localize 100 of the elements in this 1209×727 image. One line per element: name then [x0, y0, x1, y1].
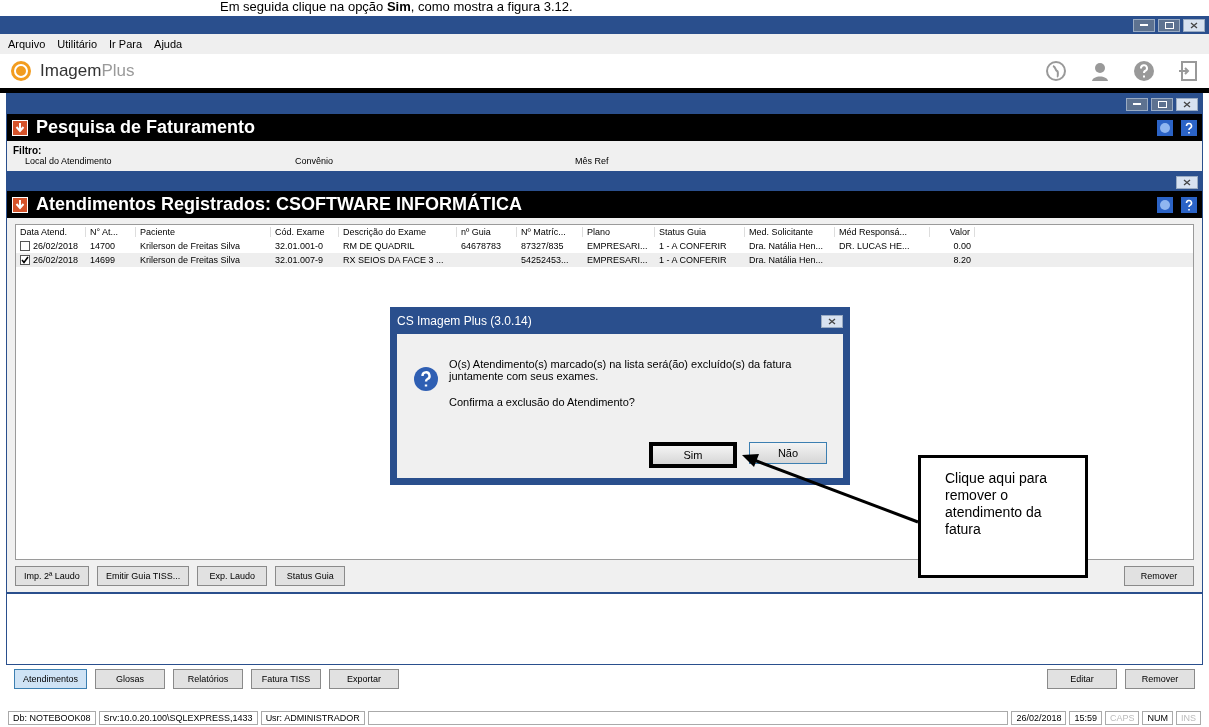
column-header[interactable]: nº Guia [457, 227, 517, 237]
dialog-button[interactable]: Não [749, 442, 827, 464]
minimize-button[interactable] [1133, 18, 1155, 32]
status-text: Srv:10.0.20.100\SQLEXPRESS,1433 [98, 711, 258, 725]
tab-button[interactable]: Relatórios [173, 669, 244, 689]
remove-button[interactable]: Remover [1124, 566, 1194, 586]
table-cell: RM DE QUADRIL [343, 241, 415, 251]
table-cell: EMPRESARI... [587, 255, 648, 265]
minimize-icon [1133, 102, 1141, 106]
column-header[interactable]: Cód. Exame [271, 227, 339, 237]
column-header[interactable]: Plano [583, 227, 655, 237]
table-cell: 64678783 [461, 241, 502, 251]
close-button[interactable] [821, 314, 843, 328]
question-icon [413, 366, 439, 392]
maximize-button[interactable] [1151, 97, 1173, 111]
close-button[interactable] [1183, 18, 1205, 32]
maximize-icon [1157, 100, 1167, 108]
action-button[interactable]: Emitir Guia TISS... [96, 566, 190, 586]
column-header[interactable]: Valor [930, 227, 975, 237]
table-cell: DR. LUCAS HE... [839, 241, 910, 251]
minimize-button[interactable] [1126, 97, 1148, 111]
table-cell: 1 - A CONFERIR [659, 241, 727, 251]
dialog-message: O(s) Atendimento(s) marcado(s) na lista será(ão) excluído(s) da fatura juntamente com seus exames. [449, 358, 793, 382]
logo-icon [10, 60, 32, 82]
maximize-button[interactable] [1158, 18, 1180, 32]
menu-item[interactable]: Ajuda [154, 38, 183, 50]
tab-button[interactable]: Fatura TISS [251, 669, 322, 689]
maximize-icon [1164, 21, 1174, 29]
table-cell: RX SEIOS DA FACE 3 ... [343, 255, 444, 265]
table-cell: 32.01.001-0 [275, 241, 324, 251]
table-cell: 14700 [90, 241, 116, 251]
download-icon [12, 196, 28, 213]
status-text: INS [1176, 711, 1201, 725]
window-heading: Pesquisa de Faturamento [36, 117, 256, 138]
help-icon[interactable] [1181, 196, 1197, 213]
field-label: Convênio [295, 156, 335, 166]
info-icon[interactable] [1157, 119, 1173, 136]
action-button[interactable]: Status Guia [275, 566, 346, 586]
action-button[interactable]: Exp. Laudo [197, 566, 268, 586]
action-button[interactable]: Imp. 2ª Laudo [15, 566, 89, 586]
table-cell: 26/02/2018 [33, 255, 79, 265]
status-text: Db: NOTEBOOK08 [8, 711, 96, 725]
column-header[interactable]: Descrição do Exame [339, 227, 457, 237]
table-cell: 87327/835 [521, 241, 564, 251]
table-cell: 26/02/2018 [33, 241, 79, 251]
close-icon [1183, 100, 1191, 108]
table-cell: 32.01.007-9 [275, 255, 324, 265]
window-heading: Atendimentos Registrados: CSOFTWARE INFORMÁTICA [36, 194, 522, 215]
field-label: Mês Ref [575, 156, 610, 166]
field-label: Local do Atendimento [25, 156, 113, 166]
table-cell: Krilerson de Freitas Silva [140, 255, 241, 265]
tab-button[interactable]: Exportar [329, 669, 400, 689]
close-button[interactable] [1176, 175, 1198, 189]
dialog-question: Confirma a exclusão do Atendimento? [449, 396, 636, 408]
menu-item[interactable]: Utilitário [57, 38, 98, 50]
info-icon[interactable] [1157, 196, 1173, 213]
column-header[interactable]: Status Guia [655, 227, 745, 237]
status-text: 26/02/2018 [1011, 711, 1067, 725]
close-button[interactable] [1176, 97, 1198, 111]
dialog-title: CS Imagem Plus (3.0.14) [397, 314, 532, 328]
close-icon [828, 317, 836, 325]
exit-icon[interactable] [1177, 60, 1199, 82]
column-header[interactable]: Paciente [136, 227, 271, 237]
tab-button[interactable]: Glosas [95, 669, 166, 689]
tab-button[interactable]: Atendimentos [14, 669, 88, 689]
table-cell: Krilerson de Freitas Silva [140, 241, 241, 251]
table-cell: EMPRESARI... [587, 241, 648, 251]
logo-text: ImagemPlus [40, 61, 135, 81]
menu-item[interactable]: Ir Para [109, 38, 143, 50]
table-cell: Dra. Natália Hen... [749, 241, 824, 251]
column-header[interactable]: N° At... [86, 227, 136, 237]
status-text: 15:59 [1069, 711, 1102, 725]
instruction-text: Em seguida clique na opção Sim, como mostra a figura 3.12. [219, 0, 574, 16]
status-text: NUM [1142, 711, 1173, 725]
menu-item[interactable]: Arquivo [8, 38, 46, 50]
table-cell: 54252453... [521, 255, 569, 265]
headset-user-icon[interactable] [1089, 60, 1111, 82]
download-icon [12, 119, 28, 136]
table-cell: 14699 [90, 255, 116, 265]
row-checkbox[interactable] [20, 241, 30, 251]
action-button[interactable]: Editar [1047, 669, 1117, 689]
dialog-button[interactable]: Sim [649, 442, 737, 468]
status-text: CAPS [1104, 711, 1140, 725]
column-header[interactable]: Méd Responsá... [835, 227, 930, 237]
filter-label: Filtro: [13, 145, 42, 156]
help-icon[interactable] [1181, 119, 1197, 136]
column-header[interactable]: Nº Matríc... [517, 227, 583, 237]
close-icon [1190, 21, 1198, 29]
action-button[interactable]: Remover [1125, 669, 1195, 689]
close-icon [1183, 178, 1191, 186]
status-text: Usr: ADMINISTRADOR [260, 711, 365, 725]
column-header[interactable]: Data Atend. [16, 227, 86, 237]
row-checkbox[interactable] [20, 255, 30, 265]
column-header[interactable]: Med. Solicitante [745, 227, 835, 237]
table-cell: 8.20 [953, 255, 971, 265]
table-cell: Dra. Natália Hen... [749, 255, 824, 265]
table-cell: 0.00 [953, 241, 971, 251]
table-cell: 1 - A CONFERIR [659, 255, 727, 265]
minimize-icon [1140, 23, 1148, 27]
callout-note: Clique aqui para remover o atendimento da fatura [918, 455, 1088, 578]
